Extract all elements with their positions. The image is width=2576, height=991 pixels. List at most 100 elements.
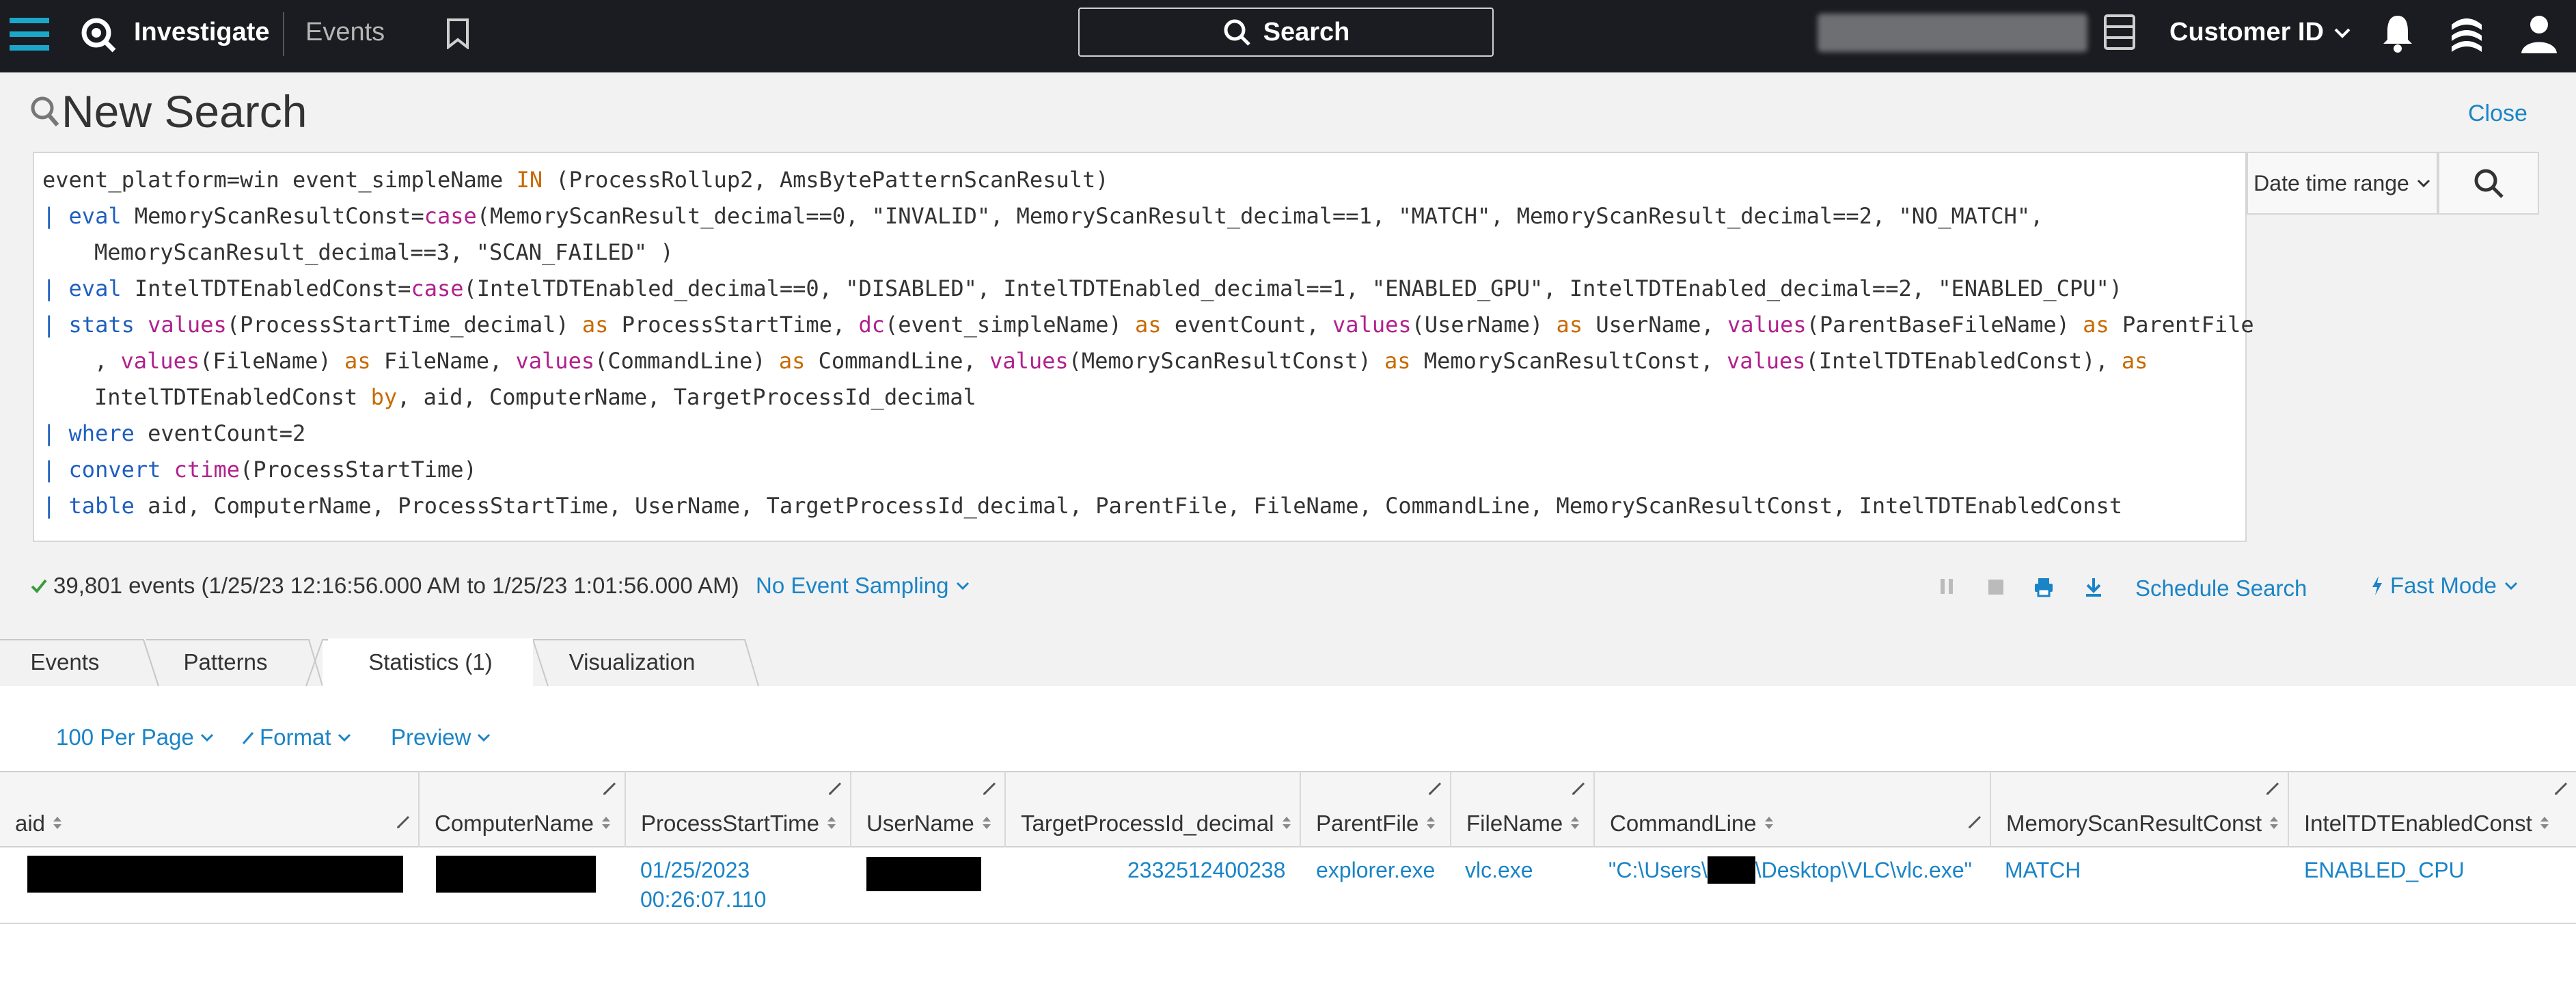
column-header-aid[interactable]: aid [0, 771, 420, 847]
notifications-bell-icon[interactable] [2381, 12, 2415, 53]
column-header-memoryscanresultconst[interactable]: MemoryScanResultConst [1991, 771, 2289, 847]
date-time-range-dropdown[interactable]: Date time range [2247, 152, 2438, 215]
edit-column-icon[interactable] [827, 780, 843, 800]
search-icon [1224, 19, 1250, 46]
query-line-7: IntelTDTEnabledConst by, aid, ComputerNa… [94, 384, 976, 410]
chevron-down-icon [478, 733, 491, 742]
sort-icon[interactable] [981, 811, 992, 837]
edit-column-icon[interactable] [981, 780, 998, 800]
column-label: FileName [1466, 811, 1563, 836]
download-icon[interactable] [2084, 577, 2103, 601]
column-header-computername[interactable]: ComputerName [420, 771, 626, 847]
redacted-user-folder [1707, 856, 1755, 884]
divider [283, 12, 284, 56]
edit-column-icon[interactable] [601, 780, 618, 800]
sort-icon[interactable] [826, 811, 837, 837]
sort-icon[interactable] [601, 811, 612, 837]
column-header-commandline[interactable]: CommandLine [1595, 771, 1991, 847]
chevron-down-icon [2504, 582, 2517, 590]
sort-icon[interactable] [52, 811, 63, 837]
date-time-range-label: Date time range [2253, 170, 2409, 195]
close-link[interactable]: Close [2468, 100, 2527, 127]
chevron-down-icon [200, 733, 213, 742]
stop-icon[interactable] [1987, 577, 2005, 599]
column-label: MemoryScanResultConst [2006, 811, 2262, 836]
preview-dropdown[interactable]: Preview [391, 724, 491, 750]
investigate-logo-icon [79, 15, 117, 53]
event-sampling-dropdown[interactable]: No Event Sampling [756, 573, 970, 599]
edit-column-icon[interactable] [1570, 780, 1587, 800]
checkmark-icon [31, 579, 47, 593]
row-divider [0, 923, 2576, 924]
run-search-button[interactable] [2438, 152, 2539, 215]
chevron-down-icon [2334, 28, 2351, 38]
query-line-5: | stats values(ProcessStartTime_decimal)… [42, 312, 2254, 338]
redacted-account [1818, 14, 2087, 52]
search-icon [2474, 169, 2504, 198]
lightning-icon [2372, 576, 2382, 595]
column-label: aid [15, 811, 46, 836]
command-line-prefix: "C:\Users\ [1608, 858, 1708, 882]
product-name[interactable]: Investigate [134, 18, 270, 47]
sort-icon[interactable] [2539, 811, 2550, 837]
magnifier-icon [30, 96, 60, 132]
customer-id-dropdown[interactable]: Customer ID [2169, 18, 2351, 47]
bookmark-icon[interactable] [444, 18, 471, 49]
tab-statistics[interactable]: Statistics (1) [328, 638, 533, 686]
pause-icon[interactable] [1939, 577, 1954, 599]
cell-process-start-date[interactable]: 01/25/2023 [640, 856, 750, 884]
format-dropdown[interactable]: Format [242, 724, 352, 750]
edit-column-icon[interactable] [1427, 780, 1443, 800]
search-mode-label: Fast Mode [2390, 573, 2497, 598]
support-icon[interactable] [2449, 15, 2484, 53]
user-profile-icon[interactable] [2520, 14, 2558, 55]
cell-memory-scan-result[interactable]: MATCH [2005, 856, 2081, 884]
query-line-10: | table aid, ComputerName, ProcessStartT… [42, 493, 2122, 519]
column-label: IntelTDTEnabledConst [2304, 811, 2532, 836]
format-label: Format [260, 724, 331, 750]
query-line-2: | eval MemoryScanResultConst=case(Memory… [42, 203, 2044, 229]
sort-icon[interactable] [1281, 811, 1292, 837]
column-header-processstarttime[interactable]: ProcessStartTime [626, 771, 851, 847]
redacted-aid [27, 856, 403, 893]
query-line-6: , values(FileName) as FileName, values(C… [94, 348, 2148, 374]
global-search-button[interactable]: Search [1078, 8, 1494, 57]
column-header-parentfile[interactable]: ParentFile [1301, 771, 1451, 847]
query-editor[interactable]: event_platform=win event_simpleName IN (… [33, 152, 2254, 542]
column-header-filename[interactable]: FileName [1451, 771, 1595, 847]
cell-file-name[interactable]: vlc.exe [1465, 856, 1533, 884]
edit-column-icon[interactable] [2553, 780, 2569, 800]
tab-patterns[interactable]: Patterns [157, 638, 294, 686]
edit-column-icon[interactable] [2264, 780, 2281, 800]
tab-visualization[interactable]: Visualization [547, 638, 717, 686]
cell-intel-tdt-enabled[interactable]: ENABLED_CPU [2304, 856, 2465, 884]
print-icon[interactable] [2033, 577, 2054, 601]
sort-icon[interactable] [1425, 811, 1436, 837]
cell-command-line[interactable]: "C:\Users\ \Desktop\VLC\vlc.exe" [1608, 856, 1972, 884]
cell-parent-file[interactable]: explorer.exe [1316, 856, 1435, 884]
column-label: CommandLine [1610, 811, 1757, 836]
pencil-icon [242, 732, 254, 744]
server-icon[interactable] [2103, 14, 2136, 51]
top-bar: Investigate Events Search Customer ID [0, 0, 2576, 72]
sort-icon[interactable] [1764, 811, 1775, 837]
section-name[interactable]: Events [305, 18, 385, 47]
hamburger-menu-icon[interactable] [10, 15, 49, 53]
query-line-3: MemoryScanResult_decimal==3, "SCAN_FAILE… [94, 239, 674, 265]
cell-process-start-time[interactable]: 00:26:07.110 [640, 885, 766, 914]
sort-icon[interactable] [2269, 811, 2279, 837]
tab-events[interactable]: Events [0, 638, 130, 686]
column-header-inteltdtenabledconst[interactable]: IntelTDTEnabledConst [2289, 771, 2576, 847]
redacted-computername [436, 856, 596, 893]
per-page-dropdown[interactable]: 100 Per Page [56, 724, 215, 750]
column-header-username[interactable]: UserName [851, 771, 1006, 847]
edit-column-icon[interactable] [395, 814, 411, 834]
search-mode-dropdown[interactable]: Fast Mode [2371, 573, 2519, 599]
column-header-targetprocessid[interactable]: TargetProcessId_decimal [1006, 771, 1301, 847]
sort-icon[interactable] [1570, 811, 1580, 837]
cell-target-pid[interactable]: 2332512400238 [1127, 856, 1285, 884]
schedule-search-link[interactable]: Schedule Search [2135, 575, 2307, 601]
page-title: New Search [61, 86, 307, 137]
redacted-username [866, 857, 981, 891]
edit-column-icon[interactable] [1967, 814, 1983, 834]
